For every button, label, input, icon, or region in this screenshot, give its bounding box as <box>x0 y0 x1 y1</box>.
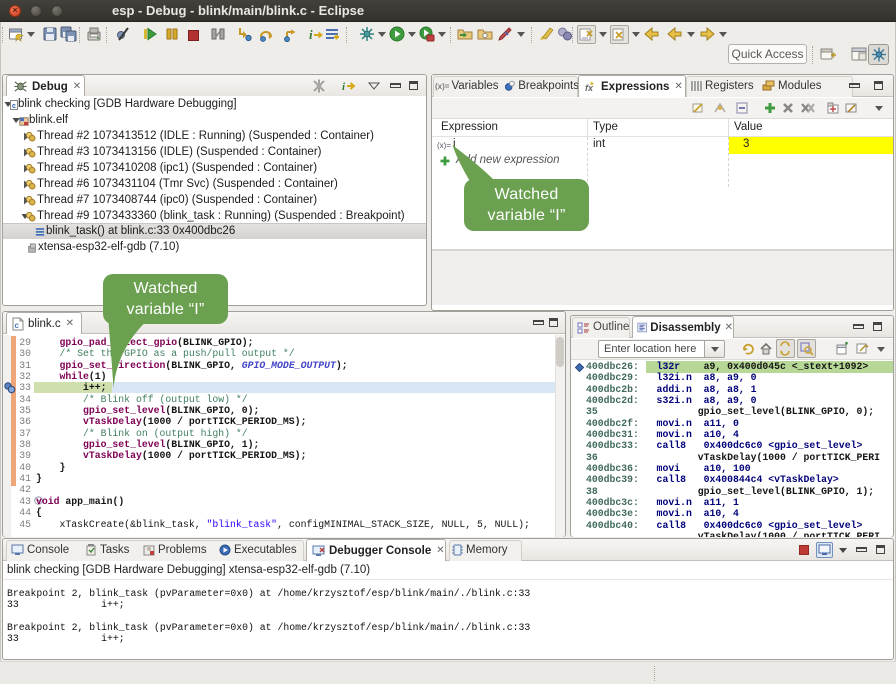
svg-text:i: i <box>342 81 346 93</box>
svg-text:c: c <box>15 321 20 330</box>
svg-text:i: i <box>309 27 313 42</box>
svg-text:(x)=: (x)= <box>437 141 451 150</box>
